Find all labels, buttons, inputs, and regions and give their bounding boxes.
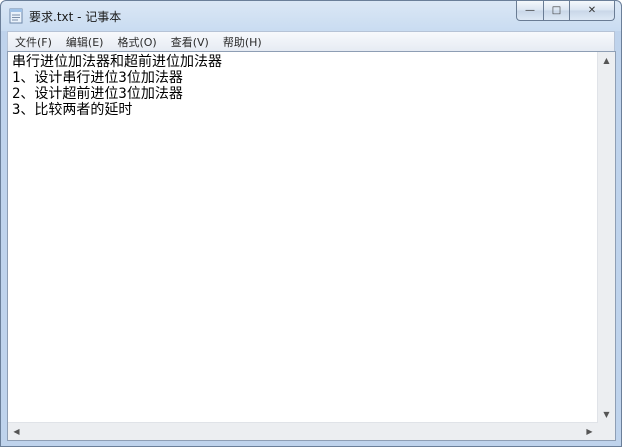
editor-area[interactable]: 串行进位加法器和超前进位加法器 1、设计串行进位3位加法器 2、设计超前进位3位…: [7, 51, 616, 441]
vertical-scrollbar[interactable]: ▲ ▼: [597, 52, 615, 423]
menu-format[interactable]: 格式(O): [110, 34, 163, 50]
scroll-left-icon[interactable]: ◀: [8, 423, 25, 440]
text-line: 1、设计串行进位3位加法器: [12, 70, 183, 86]
scroll-right-icon[interactable]: ▶: [581, 423, 598, 440]
text-line: 2、设计超前进位3位加法器: [12, 86, 183, 102]
menu-view[interactable]: 查看(V): [164, 34, 216, 50]
menu-file[interactable]: 文件(F): [8, 34, 59, 50]
menu-edit[interactable]: 编辑(E): [59, 34, 111, 50]
text-line: 3、比较两者的延时: [12, 102, 133, 118]
scroll-up-icon[interactable]: ▲: [598, 52, 615, 69]
notepad-window: 要求.txt - 记事本 — □ ✕ 文件(F) 编辑(E) 格式(O) 查看(…: [0, 0, 622, 447]
scrollbar-corner: [598, 423, 615, 440]
menu-bar: 文件(F) 编辑(E) 格式(O) 查看(V) 帮助(H): [7, 31, 615, 51]
window-title: 要求.txt - 记事本: [29, 10, 122, 24]
maximize-button[interactable]: □: [544, 1, 570, 21]
minimize-icon: —: [525, 5, 535, 16]
close-button[interactable]: ✕: [570, 1, 615, 21]
notepad-icon: [9, 8, 23, 24]
menu-help[interactable]: 帮助(H): [216, 34, 269, 50]
caption-buttons: — □ ✕: [516, 1, 615, 21]
text-content[interactable]: 串行进位加法器和超前进位加法器 1、设计串行进位3位加法器 2、设计超前进位3位…: [8, 52, 598, 423]
close-icon: ✕: [587, 5, 597, 16]
horizontal-scrollbar[interactable]: ◀ ▶: [8, 422, 598, 440]
title-bar[interactable]: 要求.txt - 记事本 — □ ✕: [1, 1, 621, 31]
minimize-button[interactable]: —: [516, 1, 544, 21]
text-line: 串行进位加法器和超前进位加法器: [12, 54, 222, 70]
maximize-icon: □: [551, 5, 562, 16]
scroll-down-icon[interactable]: ▼: [598, 406, 615, 423]
